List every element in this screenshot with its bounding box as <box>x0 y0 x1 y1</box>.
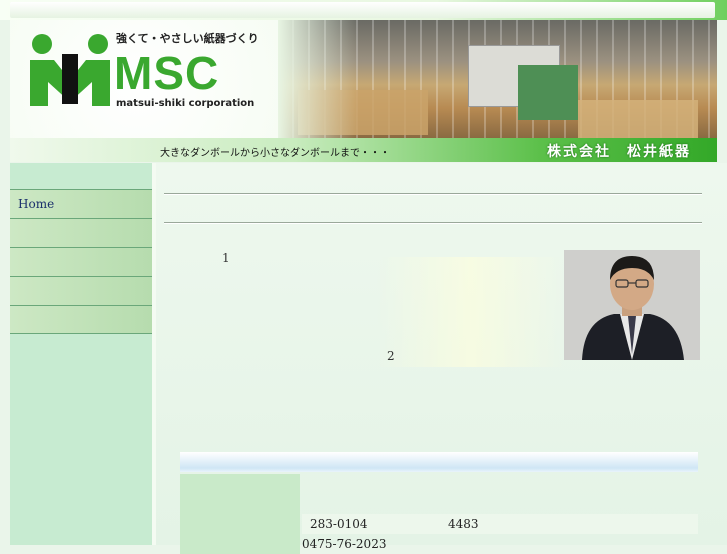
photo-fade <box>278 20 358 138</box>
info-row <box>180 494 698 514</box>
person-portrait-icon <box>564 250 700 360</box>
info-row <box>180 474 698 494</box>
top-strip <box>0 0 727 20</box>
msc-logo-icon <box>30 34 110 106</box>
text-highlight <box>376 257 566 367</box>
phone-number: 0475-76-2023 <box>302 537 387 551</box>
postal-code: 283-0104 <box>310 517 368 531</box>
factory-photo <box>278 20 717 138</box>
sidebar-item-2[interactable] <box>10 218 152 247</box>
president-portrait <box>564 250 700 360</box>
sidebar-item-3[interactable] <box>10 247 152 276</box>
info-label <box>180 514 300 534</box>
paragraph-marker-1: 1 <box>222 251 230 265</box>
paragraph-marker-2: 2 <box>387 349 395 363</box>
logo-text: MSC <box>114 47 220 99</box>
main-content: 1 2 283-0104 4483 0475-76-2023 <box>156 163 727 554</box>
info-value <box>302 474 698 494</box>
section-rule <box>164 193 702 195</box>
info-table-header <box>180 452 698 472</box>
sidebar-item-home[interactable]: Home <box>10 189 152 218</box>
info-row-phone: 0475-76-2023 <box>180 534 698 554</box>
info-value-phone: 0475-76-2023 <box>302 534 698 554</box>
factory-machine-green <box>518 65 578 120</box>
sidebar-item-5[interactable] <box>10 305 152 334</box>
header-banner: 大きなダンボールから小さなダンボールまで・・・ 株式会社 松井紙器 <box>10 138 717 162</box>
corporation-name: matsui-shiki corporation <box>116 98 255 109</box>
address-number: 4483 <box>448 517 479 531</box>
info-label <box>180 534 300 554</box>
sidebar: Home <box>10 163 152 545</box>
info-row-address: 283-0104 4483 <box>180 514 698 534</box>
section-rule <box>164 222 702 224</box>
banner-company-name: 株式会社 松井紙器 <box>547 144 691 160</box>
sidebar-item-4[interactable] <box>10 276 152 305</box>
site-header: 強くて・やさしい紙器づくり MSC matsui-shiki corporati… <box>10 20 717 138</box>
cardboard-stack <box>578 100 698 138</box>
sidebar-menu: Home <box>10 189 152 334</box>
header-tagline: 強くて・やさしい紙器づくり <box>116 32 259 45</box>
info-label <box>180 494 300 514</box>
banner-slogan: 大きなダンボールから小さなダンボールまで・・・ <box>160 148 390 159</box>
top-strip-inner <box>10 2 715 18</box>
info-label <box>180 474 300 494</box>
info-value-address: 283-0104 4483 <box>302 514 698 534</box>
info-value <box>302 494 698 514</box>
